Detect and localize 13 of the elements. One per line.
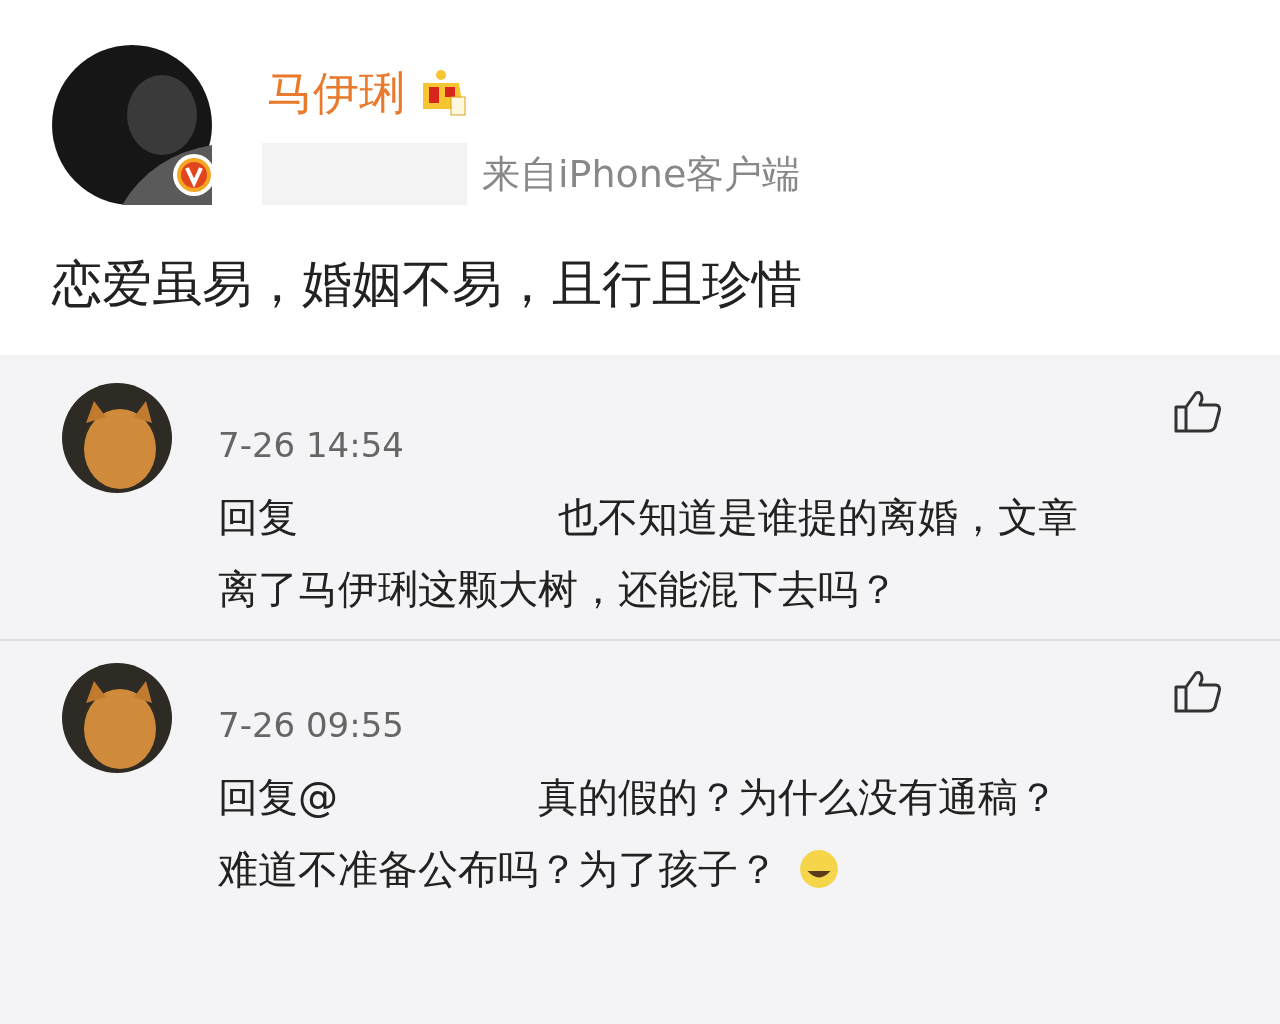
comment-time: 7-26 14:54	[218, 425, 405, 465]
reply-prefix: 回复@	[218, 773, 338, 822]
comment-text: 难道不准备公布吗？为了孩子？	[218, 845, 778, 894]
like-icon[interactable]	[1174, 669, 1222, 713]
comment-time: 7-26 09:55	[218, 705, 405, 745]
post-text: 恋爱虽易，婚姻不易，且行且珍惜	[52, 254, 803, 315]
comment-text: 也不知道是谁提的离婚，文章	[558, 493, 1078, 542]
post-source: 来自iPhone客户端	[482, 150, 801, 198]
reply-prefix: 回复	[218, 493, 298, 542]
author-name[interactable]: 马伊琍	[267, 63, 405, 125]
comment-text: 真的假的？为什么没有通稿？	[538, 773, 1058, 822]
comment-text: 离了马伊琍这颗大树，还能混下去吗？	[218, 565, 898, 614]
like-icon[interactable]	[1174, 389, 1222, 433]
